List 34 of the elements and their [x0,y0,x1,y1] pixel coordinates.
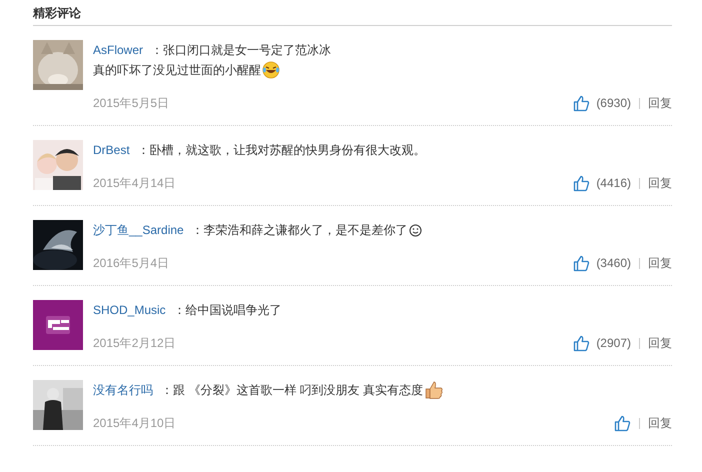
username-link[interactable]: AsFlower [93,40,144,60]
reply-link[interactable]: 回复 [648,174,672,192]
like-count: (3460) [596,255,631,272]
username-link[interactable]: SHOD_Music [93,300,166,320]
comment-text: ：李荣浩和薛之谦都火了，是不是差你了 [192,222,408,239]
username-link[interactable]: 沙丁鱼__Sardine [93,220,184,240]
comment-date: 2016年5月4日 [93,255,170,272]
comment-text: ：张口闭口就是女一号定了范冰冰 [151,42,332,59]
like-icon[interactable] [573,174,590,192]
comment-date: 2015年4月14日 [93,175,176,192]
like-icon[interactable] [573,254,590,272]
comment-text: ：卧槽，就这歌，让我对苏醒的快男身份有很大改观。 [138,142,426,159]
smiley-icon [408,224,422,236]
reply-link[interactable]: 回复 [648,334,672,352]
comment-date: 2015年4月10日 [93,415,176,432]
like-count: (6930) [596,95,631,112]
reply-link[interactable]: 回复 [648,414,672,432]
comment-date: 2015年5月5日 [93,95,170,112]
comment-text: ：给中国说唱争光了 [174,302,282,319]
username-link[interactable]: DrBest [93,140,130,160]
comment-text: ：跟 《分裂》这首歌一样 叼到没朋友 真实有态度 [161,382,424,399]
username-link[interactable]: 没有名行吗 [93,380,153,400]
reply-link[interactable]: 回复 [648,94,672,112]
thumbs-up-emoji-icon [424,380,444,400]
reply-link[interactable]: 回复 [648,254,672,272]
like-icon[interactable] [573,334,590,352]
comment-text: 真的吓坏了没见过世面的小醒醒 [93,62,261,79]
like-count: (2907) [596,335,631,352]
section-title: 精彩评论 [33,6,81,20]
like-count: (4416) [596,175,631,192]
like-icon[interactable] [614,414,631,432]
laughing-emoji-icon [262,61,280,79]
comment-date: 2015年2月12日 [93,335,176,352]
like-icon[interactable] [573,94,590,112]
